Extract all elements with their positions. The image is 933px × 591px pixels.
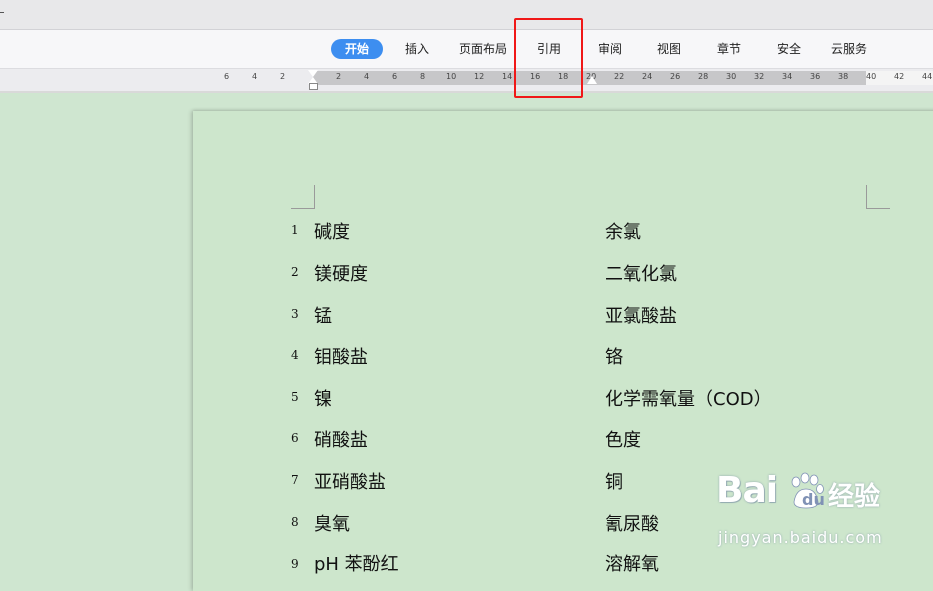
list-item-right: 铬 — [605, 347, 623, 368]
horizontal-ruler[interactable]: 6 4 2 2 4 6 8 10 12 14 16 18 20 22 24 26… — [0, 69, 933, 91]
list-item-right: 化学需氧量（COD） — [605, 389, 772, 410]
line-number: 8 — [291, 515, 299, 529]
line-number: 4 — [291, 348, 299, 362]
ruler-tick: 4 — [364, 72, 370, 81]
references-tab-highlight — [514, 18, 583, 98]
line-number: 3 — [291, 307, 299, 321]
baidu-jingyan-watermark: Bai du 经验 jingyan.baidu.com — [716, 470, 896, 555]
tab-security[interactable]: 安全 — [772, 39, 806, 59]
ruler-tick: 2 — [336, 72, 342, 81]
watermark-cn: 经验 — [828, 482, 881, 512]
ruler-tick: 24 — [642, 72, 653, 81]
line-number: 7 — [291, 473, 299, 487]
list-item-right: 余氯 — [605, 222, 641, 243]
ruler-tick: 36 — [810, 72, 821, 81]
list-item-right: 铜 — [605, 472, 623, 493]
watermark-brand: Bai — [716, 470, 778, 511]
ruler-tick: 26 — [670, 72, 681, 81]
title-bar — [0, 0, 933, 30]
first-line-indent-handle[interactable] — [308, 70, 318, 77]
line-number: 6 — [291, 431, 299, 445]
list-item-right: 色度 — [605, 430, 641, 451]
list-item-left: 锰 — [314, 306, 332, 327]
ruler-tick: 44 — [922, 72, 933, 81]
tab-review[interactable]: 审阅 — [593, 39, 627, 59]
list-item-right: 溶解氧 — [605, 554, 659, 575]
ruler-tick: 42 — [894, 72, 905, 81]
ruler-tick: 32 — [754, 72, 765, 81]
ruler-tick: 22 — [614, 72, 625, 81]
list-item-right: 氰尿酸 — [605, 514, 659, 535]
ruler-tick: 38 — [838, 72, 849, 81]
ruler-tick: 40 — [866, 72, 877, 81]
ruler-tick: 30 — [726, 72, 737, 81]
watermark-url: jingyan.baidu.com — [718, 528, 883, 547]
list-item-left: 臭氧 — [314, 514, 350, 535]
line-number: 9 — [291, 557, 299, 571]
ruler-tick: 14 — [502, 72, 513, 81]
tab-page-layout[interactable]: 页面布局 — [455, 39, 511, 59]
ruler-tick: 34 — [782, 72, 793, 81]
list-item-left: 硝酸盐 — [314, 430, 368, 451]
left-indent-handle[interactable] — [309, 83, 318, 90]
list-item-left: 碱度 — [314, 222, 350, 243]
tab-cloud-service[interactable]: 云服务 — [828, 39, 870, 59]
ruler-tick: 10 — [446, 72, 457, 81]
ruler-tick: 6 — [224, 72, 230, 81]
line-number: 5 — [291, 390, 299, 404]
tab-view[interactable]: 视图 — [652, 39, 686, 59]
ruler-tick: 28 — [698, 72, 709, 81]
ruler-tick: 4 — [252, 72, 258, 81]
line-number: 1 — [291, 223, 299, 237]
tab-chapter[interactable]: 章节 — [712, 39, 746, 59]
list-item-left: pH 苯酚红 — [314, 554, 399, 575]
ruler-divider — [0, 91, 933, 93]
right-indent-handle[interactable] — [587, 76, 597, 84]
tab-home[interactable]: 开始 — [331, 39, 383, 59]
watermark-brand-du: du — [802, 490, 825, 509]
ruler-tick: 2 — [280, 72, 286, 81]
list-item-right: 亚氯酸盐 — [605, 306, 677, 327]
margin-corner-left — [291, 185, 315, 209]
line-number: 2 — [291, 265, 299, 279]
margin-corner-right — [866, 185, 890, 209]
ribbon-tabs: 开始 插入 页面布局 引用 审阅 视图 章节 安全 云服务 — [0, 30, 933, 69]
list-item-right: 二氧化氯 — [605, 264, 677, 285]
ruler-tick: 8 — [420, 72, 426, 81]
list-item-left: 钼酸盐 — [314, 347, 368, 368]
list-item-left: 镁硬度 — [314, 264, 368, 285]
minimize-icon[interactable] — [0, 12, 4, 13]
ruler-tick: 12 — [474, 72, 485, 81]
ruler-tick: 6 — [392, 72, 398, 81]
list-item-left: 镍 — [314, 389, 332, 410]
tab-insert[interactable]: 插入 — [400, 39, 434, 59]
list-item-left: 亚硝酸盐 — [314, 472, 386, 493]
